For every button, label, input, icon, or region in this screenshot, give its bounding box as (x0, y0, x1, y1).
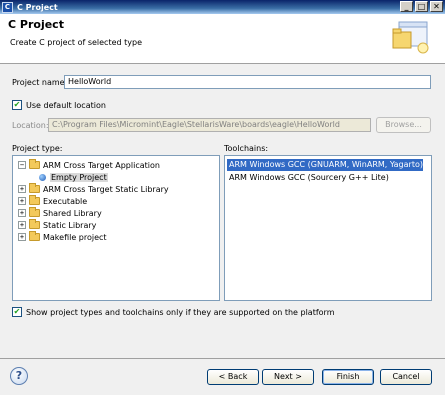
toolchain-item-gnuarm[interactable]: ARM Windows GCC (GNUARM, WinARM, Yagarto… (227, 159, 423, 171)
app-icon: C (2, 1, 13, 13)
tree-item-static-library[interactable]: + Static Library (18, 219, 96, 231)
tree-item-arm-cross-target-static-library[interactable]: + ARM Cross Target Static Library (18, 183, 169, 195)
project-type-label: Project type: (12, 144, 63, 153)
tree-item-makefile-project[interactable]: + Makefile project (18, 231, 107, 243)
folder-icon (29, 183, 40, 193)
folder-icon (29, 231, 40, 241)
toolchain-item-sourcery[interactable]: ARM Windows GCC (Sourcery G++ Lite) (227, 172, 389, 184)
tree-item-label: Static Library (43, 220, 97, 230)
location-label: Location: (12, 121, 49, 130)
tree-item-empty-project[interactable]: Empty Project (39, 171, 108, 183)
back-button[interactable]: < Back (207, 369, 259, 385)
location-input[interactable]: C:\Program Files\Micromint\Eagle\Stellar… (48, 118, 371, 132)
folder-icon (29, 195, 40, 205)
expand-icon[interactable]: + (18, 233, 26, 241)
tree-item-shared-library[interactable]: + Shared Library (18, 207, 102, 219)
tree-item-label: ARM Cross Target Application (43, 160, 160, 170)
wizard-banner: C Project Create C project of selected t… (0, 14, 445, 64)
expand-icon[interactable]: + (18, 221, 26, 229)
tree-item-label: ARM Cross Target Static Library (43, 184, 169, 194)
use-default-location-checkbox[interactable]: ✔ (12, 100, 22, 110)
maximize-button[interactable]: □ (415, 1, 428, 12)
minimize-button[interactable]: _ (400, 1, 413, 12)
help-icon[interactable]: ? (10, 367, 28, 385)
banner-title: C Project (8, 18, 64, 31)
footer-separator (0, 358, 445, 359)
window-title: C Project (17, 2, 58, 12)
project-name-label: Project name: (12, 78, 68, 87)
tree-item-label: Shared Library (43, 208, 102, 218)
tree-item-label: Makefile project (43, 232, 107, 242)
browse-button[interactable]: Browse... (376, 117, 431, 133)
expand-icon[interactable]: + (18, 197, 26, 205)
banner-description: Create C project of selected type (10, 38, 142, 47)
next-button[interactable]: Next > (262, 369, 314, 385)
expand-icon[interactable]: + (18, 185, 26, 193)
collapse-icon[interactable]: − (18, 161, 26, 169)
cancel-button[interactable]: Cancel (380, 369, 432, 385)
project-name-input[interactable]: HelloWorld (64, 75, 431, 89)
tree-item-executable[interactable]: + Executable (18, 195, 87, 207)
folder-icon (29, 207, 40, 217)
folder-icon (29, 159, 40, 169)
wizard-banner-icon (392, 21, 429, 54)
toolchains-label: Toolchains: (224, 144, 269, 153)
tree-item-label: Empty Project (50, 172, 108, 182)
tree-item-label: Executable (43, 196, 88, 206)
tree-item-arm-cross-target-application[interactable]: − ARM Cross Target Application (18, 159, 160, 171)
use-default-location-label: Use default location (26, 101, 106, 110)
filter-supported-checkbox[interactable]: ✔ (12, 307, 22, 317)
expand-icon[interactable]: + (18, 209, 26, 217)
filter-supported-label: Show project types and toolchains only i… (26, 308, 335, 317)
toolchains-list[interactable]: ARM Windows GCC (GNUARM, WinARM, Yagarto… (224, 155, 432, 301)
project-type-bullet-icon (39, 173, 46, 181)
finish-button[interactable]: Finish (322, 369, 374, 385)
project-type-tree[interactable]: − ARM Cross Target Application Empty Pro… (12, 155, 220, 301)
window-title-bar[interactable]: C C Project _ □ ✕ (0, 0, 445, 14)
folder-icon (29, 219, 40, 229)
close-button[interactable]: ✕ (430, 1, 443, 12)
